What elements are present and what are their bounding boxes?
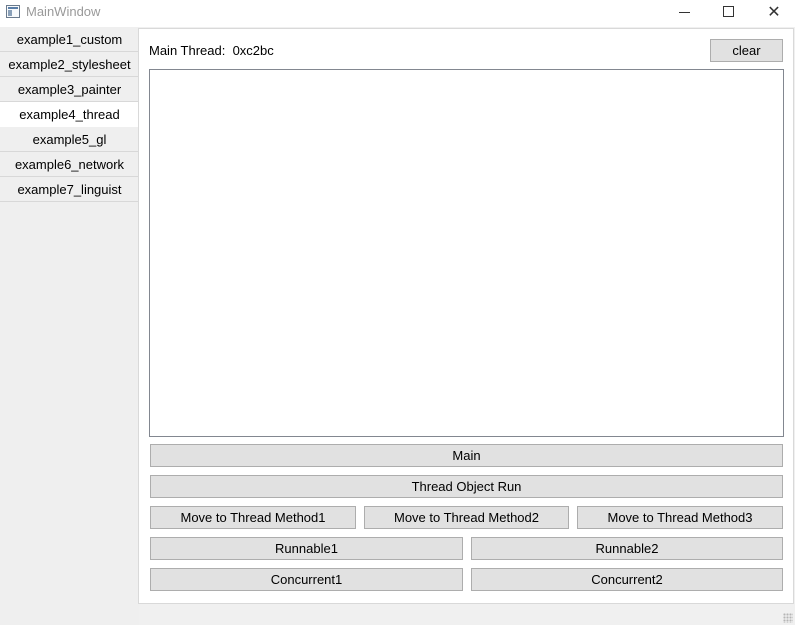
sidebar-item-example6-network[interactable]: example6_network xyxy=(0,152,139,177)
clear-button[interactable]: clear xyxy=(710,39,783,62)
move-to-thread-method3-button[interactable]: Move to Thread Method3 xyxy=(577,506,783,529)
sidebar-item-example2-stylesheet[interactable]: example2_stylesheet xyxy=(0,52,139,77)
sidebar-item-example5-gl[interactable]: example5_gl xyxy=(0,127,139,152)
close-button[interactable]: ✕ xyxy=(751,0,795,27)
runnable2-button[interactable]: Runnable2 xyxy=(471,537,783,560)
thread-object-run-button[interactable]: Thread Object Run xyxy=(150,475,783,498)
concurrent1-button[interactable]: Concurrent1 xyxy=(150,568,463,591)
window-title: MainWindow xyxy=(26,4,101,19)
title-bar: MainWindow ✕ xyxy=(0,0,795,27)
minimize-button[interactable] xyxy=(661,0,707,27)
sidebar-item-example4-thread[interactable]: example4_thread xyxy=(0,102,139,127)
concurrent2-button[interactable]: Concurrent2 xyxy=(471,568,783,591)
minimize-icon xyxy=(679,12,690,13)
main-button[interactable]: Main xyxy=(150,444,783,467)
sidebar-item-example3-painter[interactable]: example3_painter xyxy=(0,77,139,102)
sidebar-item-example7-linguist[interactable]: example7_linguist xyxy=(0,177,139,202)
sidebar-nav: example1_custom example2_stylesheet exam… xyxy=(0,27,139,625)
output-text-area[interactable] xyxy=(149,69,784,437)
sidebar-item-example1-custom[interactable]: example1_custom xyxy=(0,27,139,52)
maximize-icon xyxy=(723,6,734,17)
maximize-button[interactable] xyxy=(706,0,752,27)
window-app-icon xyxy=(6,5,20,18)
move-to-thread-method2-button[interactable]: Move to Thread Method2 xyxy=(364,506,569,529)
main-thread-label: Main Thread: 0xc2bc xyxy=(149,43,274,58)
runnable1-button[interactable]: Runnable1 xyxy=(150,537,463,560)
close-icon: ✕ xyxy=(767,2,781,21)
move-to-thread-method1-button[interactable]: Move to Thread Method1 xyxy=(150,506,356,529)
size-grip-icon[interactable] xyxy=(783,613,793,623)
